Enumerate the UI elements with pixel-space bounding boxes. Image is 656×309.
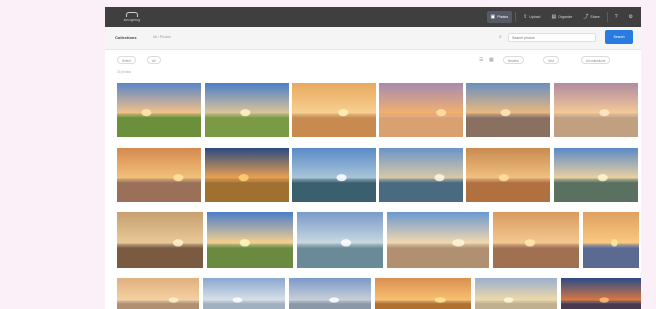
photo-thumbnail[interactable] <box>203 278 285 309</box>
photo-thumbnail[interactable] <box>379 83 463 137</box>
photo-thumbnail[interactable] <box>297 212 383 268</box>
photo-thumbnail[interactable] <box>292 83 376 137</box>
photo-thumbnail[interactable] <box>475 278 557 309</box>
photo-thumbnail[interactable] <box>205 148 289 202</box>
photo-thumbnail[interactable] <box>554 83 638 137</box>
photo-thumbnail[interactable] <box>466 148 550 202</box>
photo-thumbnail[interactable] <box>205 83 289 137</box>
photo-thumbnail[interactable] <box>466 83 550 137</box>
photo-thumbnail[interactable] <box>117 148 201 202</box>
photo-thumbnail[interactable] <box>387 212 489 268</box>
photo-thumbnail[interactable] <box>289 278 371 309</box>
photo-thumbnail[interactable] <box>554 148 638 202</box>
photo-thumbnail[interactable] <box>379 148 463 202</box>
photo-thumbnail[interactable] <box>117 278 199 309</box>
photo-thumbnail[interactable] <box>207 212 293 268</box>
photo-thumbnail[interactable] <box>561 278 641 309</box>
photo-thumbnail[interactable] <box>493 212 579 268</box>
photo-thumbnail[interactable] <box>583 212 639 268</box>
app-window: smugmug ▣ Photos ⇪ Upload ▤ Organize ⤴ S… <box>105 7 641 309</box>
photo-thumbnail[interactable] <box>117 212 203 268</box>
photo-grid <box>105 7 641 309</box>
photo-thumbnail[interactable] <box>292 148 376 202</box>
photo-thumbnail[interactable] <box>117 83 201 137</box>
photo-thumbnail[interactable] <box>375 278 471 309</box>
